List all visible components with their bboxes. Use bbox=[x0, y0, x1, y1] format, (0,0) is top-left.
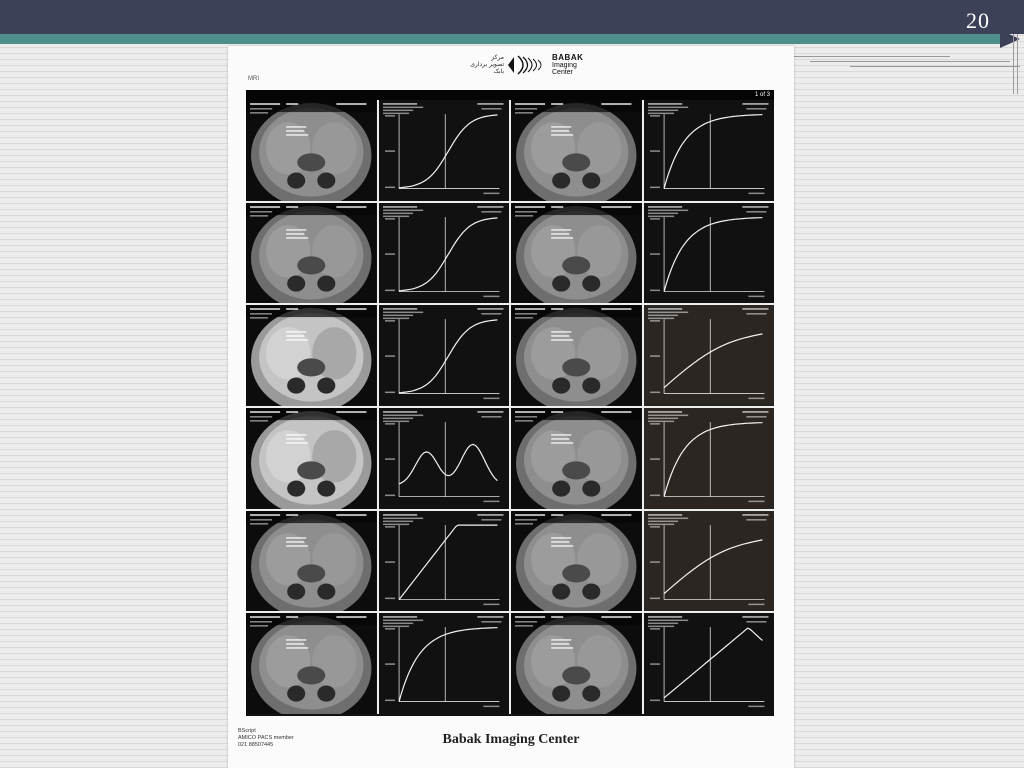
mri-image-tile bbox=[246, 510, 377, 612]
mri-image-tile bbox=[246, 202, 377, 304]
mri-image-tile bbox=[246, 100, 377, 201]
mri-image-tile bbox=[511, 407, 642, 509]
report-footer-title: Babak Imaging Center bbox=[442, 732, 580, 747]
enhancement-curve-tile bbox=[643, 305, 774, 406]
enhancement-curve-tile bbox=[643, 613, 774, 714]
slide-number: 20 bbox=[966, 8, 990, 33]
enhancement-curve-tile bbox=[643, 510, 774, 612]
clinic-logo: مرکز تصویر برداری بابک BABAK Imaging Cen… bbox=[444, 52, 594, 78]
logo-farsi-text: مرکز تصویر برداری بابک bbox=[470, 54, 504, 75]
scanned-report-page: MRI مرکز تصویر برداری بابک BABAK Imaging… bbox=[228, 46, 794, 768]
film-page-indicator: 1 of 3 bbox=[754, 92, 770, 98]
mri-image-tile bbox=[511, 100, 642, 201]
report-header-label: MRI bbox=[248, 76, 259, 82]
enhancement-curve-tile bbox=[643, 202, 774, 304]
enhancement-curve-tile bbox=[643, 100, 774, 201]
mri-film: 1 of 3 bbox=[246, 90, 774, 716]
enhancement-curve-tile bbox=[378, 305, 509, 406]
mri-image-tile bbox=[246, 407, 377, 509]
mri-image-tile bbox=[511, 510, 642, 612]
slide-top-bar bbox=[0, 0, 1024, 34]
enhancement-curve-tile bbox=[643, 407, 774, 509]
film-grid bbox=[246, 100, 774, 714]
enhancement-curve-tile bbox=[378, 613, 509, 714]
logo-english-text: BABAK Imaging Center bbox=[552, 53, 584, 77]
film-header-bar: 1 of 3 bbox=[246, 90, 774, 100]
mri-image-tile bbox=[511, 613, 642, 714]
decorative-corner-lines bbox=[790, 34, 1020, 94]
enhancement-curve-tile bbox=[378, 510, 509, 612]
logo-arcs-icon bbox=[508, 55, 542, 75]
mri-image-tile bbox=[511, 202, 642, 304]
mri-image-tile bbox=[246, 613, 377, 714]
enhancement-curve-tile bbox=[378, 407, 509, 509]
enhancement-curve-tile bbox=[378, 100, 509, 201]
enhancement-curve-tile bbox=[378, 202, 509, 304]
slide-accent-bar bbox=[0, 34, 1010, 44]
mri-image-tile bbox=[511, 305, 642, 406]
mri-image-tile bbox=[246, 305, 377, 406]
